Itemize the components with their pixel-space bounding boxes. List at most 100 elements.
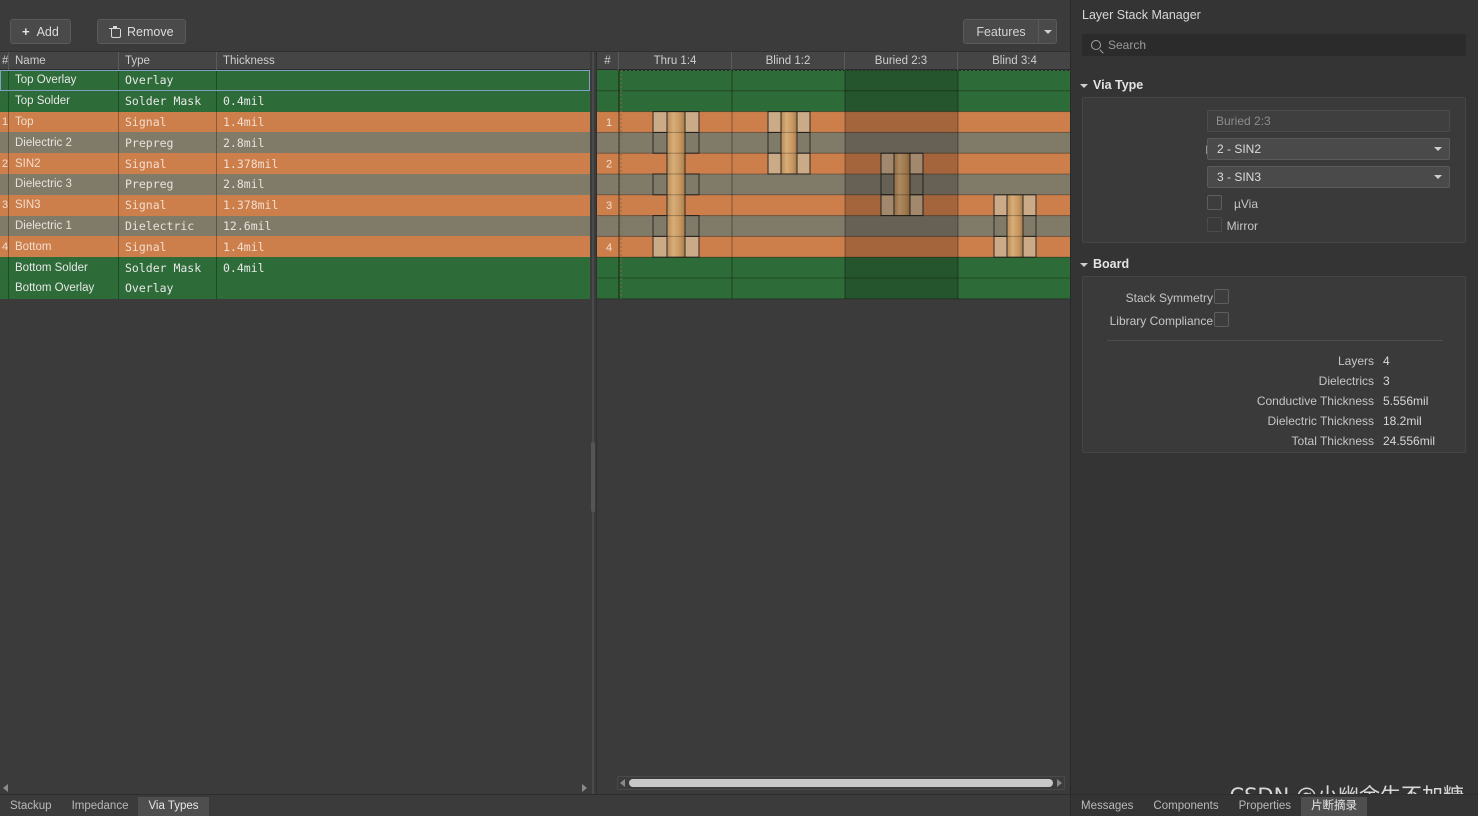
- cell-name: Dielectric 2: [9, 132, 119, 154]
- column-header-name[interactable]: Name: [9, 52, 119, 70]
- board-section-header[interactable]: Board: [1080, 257, 1129, 271]
- toolbar: + Add Remove Features: [0, 0, 1070, 52]
- scroll-left-arrow-icon[interactable]: [3, 783, 8, 792]
- column-header-type[interactable]: Type: [119, 52, 217, 70]
- table-row[interactable]: Bottom Overlay Overlay: [0, 277, 590, 299]
- tab-components[interactable]: Components: [1143, 797, 1228, 816]
- table-horizontal-scrollbar[interactable]: [0, 781, 590, 794]
- remove-button[interactable]: Remove: [97, 19, 186, 44]
- cell-name: Bottom: [9, 236, 119, 258]
- search-input[interactable]: [1108, 38, 1457, 52]
- cell-thickness: 2.8mil: [223, 177, 265, 192]
- board-stat-label: Conductive Thickness: [1256, 394, 1374, 408]
- cell-thickness: [217, 278, 590, 299]
- cell-num: 4: [0, 236, 9, 258]
- via-column-header-buried-2-3[interactable]: Buried 2:3: [845, 52, 958, 70]
- table-row[interactable]: Dielectric 2 Prepreg 2.8mil: [0, 132, 590, 154]
- features-button[interactable]: Features: [963, 19, 1038, 44]
- table-row[interactable]: 3 SIN3 Signal 1.378mil: [0, 194, 590, 216]
- stack-symmetry-checkbox[interactable]: [1214, 289, 1229, 304]
- cell-num: [0, 215, 9, 237]
- cell-type: Overlay: [119, 277, 217, 299]
- svg-text:1: 1: [606, 117, 612, 129]
- cell-thickness: 2.8mil: [223, 135, 265, 150]
- board-stat-value: 5.556mil: [1383, 394, 1429, 408]
- mirror-checkbox[interactable]: [1207, 217, 1222, 232]
- mirror-label: Mirror: [1226, 219, 1258, 233]
- table-row[interactable]: 2 SIN2 Signal 1.378mil: [0, 153, 590, 174]
- layer-stack-manager-window: + Add Remove Features # Name Type Thickn…: [0, 0, 1478, 816]
- table-header-row: # Name Type Thickness: [0, 52, 590, 70]
- cell-name: Dielectric 3: [9, 173, 119, 195]
- diagram-scroll-right-arrow-icon[interactable]: [1057, 779, 1062, 787]
- via-name-field[interactable]: Buried 2:3: [1207, 110, 1450, 132]
- diagram-horizontal-scrollbar[interactable]: [617, 776, 1065, 790]
- last-layer-value: 3 - SIN3: [1217, 170, 1262, 184]
- tab-stackup[interactable]: Stackup: [0, 797, 62, 816]
- divider: [1107, 340, 1443, 341]
- via-column-header-blind-3-4[interactable]: Blind 3:4: [958, 52, 1071, 70]
- bottom-tab-bar-left: Stackup Impedance Via Types: [0, 794, 1070, 816]
- collapse-triangle-icon: [1080, 84, 1088, 88]
- uvia-label: µVia: [1233, 197, 1258, 211]
- tab-properties[interactable]: Properties: [1229, 797, 1301, 816]
- chevron-down-icon: [1434, 175, 1442, 179]
- table-row[interactable]: Dielectric 3 Prepreg 2.8mil: [0, 173, 590, 195]
- cell-name: SIN2: [9, 153, 119, 174]
- library-compliance-label: Library Compliance: [1109, 314, 1213, 328]
- via-column-header-blind-1-2[interactable]: Blind 1:2: [732, 52, 845, 70]
- layer-stack-table: # Name Type Thickness Top Overlay Overlay…: [0, 52, 590, 794]
- via-type-section-header[interactable]: Via Type: [1080, 78, 1143, 92]
- table-row[interactable]: 4 Bottom Signal 1.4mil: [0, 236, 590, 258]
- cell-num: [0, 70, 9, 91]
- table-row[interactable]: Top Solder Solder Mask 0.4mil: [0, 90, 590, 112]
- cell-name: Top Overlay: [9, 70, 119, 91]
- tab-messages[interactable]: Messages: [1071, 797, 1143, 816]
- tab-via-types[interactable]: Via Types: [138, 797, 209, 816]
- cell-type: Signal: [119, 236, 217, 258]
- cell-thickness: 0.4mil: [223, 94, 265, 109]
- via-type-group: Name Buried 2:3 First layer 2 - SIN2 Las…: [1082, 97, 1466, 243]
- board-stat-label: Dielectrics: [1318, 374, 1374, 388]
- cell-type: Signal: [119, 153, 217, 174]
- column-header-thickness[interactable]: Thickness: [217, 52, 590, 70]
- column-header-index[interactable]: #: [0, 52, 9, 70]
- board-stat-value: 24.556mil: [1383, 434, 1436, 448]
- first-layer-select[interactable]: 2 - SIN2: [1207, 138, 1450, 160]
- cell-thickness: 1.4mil: [223, 239, 265, 254]
- cell-type: Prepreg: [119, 173, 217, 195]
- collapse-triangle-icon: [1080, 263, 1088, 267]
- cell-thickness: 1.4mil: [223, 114, 265, 129]
- uvia-checkbox[interactable]: [1207, 195, 1222, 210]
- scroll-right-arrow-icon[interactable]: [582, 783, 587, 792]
- search-box[interactable]: [1082, 34, 1466, 56]
- board-stat-value: 18.2mil: [1383, 414, 1422, 428]
- via-column-header-thru-1-4[interactable]: Thru 1:4: [619, 52, 732, 70]
- board-stat-value: 4: [1383, 354, 1390, 368]
- table-row[interactable]: Bottom Solder Solder Mask 0.4mil: [0, 257, 590, 278]
- work-area: + Add Remove Features # Name Type Thickn…: [0, 0, 1071, 816]
- via-diagram-canvas[interactable]: 1 2 3 4: [597, 70, 1071, 776]
- diagram-scroll-left-arrow-icon[interactable]: [620, 779, 625, 787]
- tab-impedance[interactable]: Impedance: [62, 797, 139, 816]
- cell-type: Solder Mask: [119, 90, 217, 112]
- cell-num: 1: [0, 111, 9, 133]
- table-empty-area: [0, 299, 590, 794]
- cell-num: [0, 173, 9, 195]
- table-row[interactable]: Dielectric 1 Dielectric 12.6mil: [0, 215, 590, 237]
- library-compliance-checkbox[interactable]: [1214, 312, 1229, 327]
- table-row[interactable]: 1 Top Signal 1.4mil: [0, 111, 590, 133]
- table-row[interactable]: Top Overlay Overlay: [0, 70, 590, 91]
- cell-thickness: 0.4mil: [223, 260, 265, 275]
- features-dropdown-button[interactable]: [1038, 19, 1057, 44]
- features-control: Features: [963, 19, 1057, 44]
- cell-name: Bottom Overlay: [9, 277, 119, 299]
- tab--[interactable]: 片断摘录: [1301, 797, 1368, 816]
- add-button[interactable]: + Add: [10, 19, 71, 44]
- cell-type: Signal: [119, 111, 217, 133]
- first-layer-value: 2 - SIN2: [1217, 142, 1262, 156]
- last-layer-select[interactable]: 3 - SIN3: [1207, 166, 1450, 188]
- diagram-scroll-thumb[interactable]: [629, 779, 1053, 787]
- cell-num: 2: [0, 153, 9, 174]
- plus-icon: +: [22, 24, 30, 39]
